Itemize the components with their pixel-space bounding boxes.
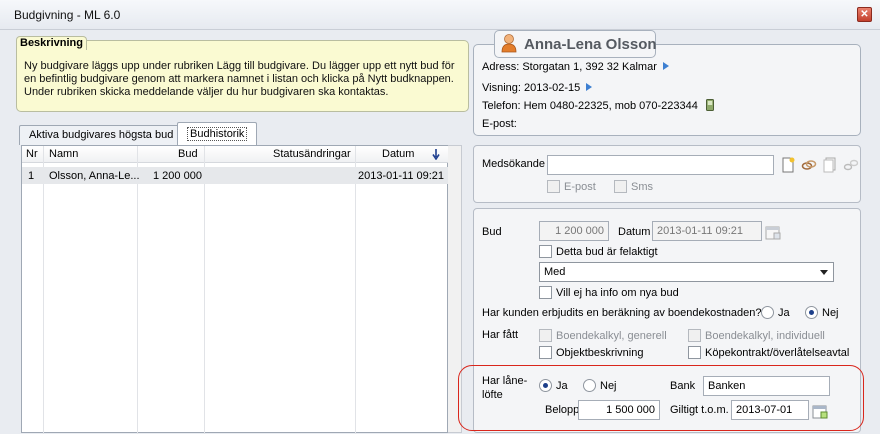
map-link-icon[interactable]: [662, 62, 669, 70]
contact-name: Anna-Lena Olsson: [524, 36, 657, 53]
table-row[interactable]: 1 Olsson, Anna-Le... 1 200 000 2013-01-1…: [22, 167, 449, 184]
table-header: Nr Namn Bud Statusändringar Datum: [22, 146, 449, 163]
cost-question-label: Har kunden erbjudits en beräkning av boe…: [482, 307, 762, 319]
co-applicant-email-checkbox[interactable]: [547, 180, 560, 193]
co-applicant-label: Medsökande: [482, 158, 545, 170]
invalid-bid-checkbox[interactable]: [539, 245, 552, 258]
title-bar: Budgivning - ML 6.0 ✕: [0, 0, 880, 30]
co-applicant-input[interactable]: [547, 155, 774, 175]
cost-no-radio[interactable]: [805, 306, 818, 319]
bid-label: Bud: [482, 226, 502, 238]
window-title: Budgivning - ML 6.0: [14, 8, 121, 22]
purchase-contract-label: Köpekontrakt/överlåtelseavtal: [705, 347, 850, 359]
cell-bud: 1 200 000: [153, 170, 202, 182]
loan-label-line2: löfte: [482, 389, 503, 401]
copy-document-icon[interactable]: [822, 157, 838, 173]
description-text: Ny budgivare läggs upp under rubriken Lä…: [24, 60, 464, 99]
tab-active-bidders[interactable]: Aktiva budgivares högsta bud: [19, 125, 184, 145]
link-icon[interactable]: [801, 157, 817, 173]
loan-amount-label: Belopp: [545, 404, 580, 416]
cost-no-label: Nej: [822, 307, 839, 319]
column-statusandringar[interactable]: Statusändringar: [273, 148, 351, 160]
description-line: en befintlig budgivare genom att markera…: [24, 73, 454, 85]
tab-bid-history[interactable]: Budhistorik: [177, 122, 258, 146]
contact-viewing-text: Visning: 2013-02-15: [482, 82, 581, 94]
individual-calc-label: Boendekalkyl, individuell: [705, 330, 825, 342]
description-line: Ny budgivare läggs upp under rubriken Lä…: [24, 60, 455, 72]
co-applicant-sms-label: Sms: [631, 181, 653, 193]
purchase-contract-checkbox[interactable]: [688, 346, 701, 359]
cell-datum: 2013-01-11 09:21: [358, 170, 445, 182]
bank-label: Bank: [670, 380, 696, 392]
cost-yes-radio[interactable]: [761, 306, 774, 319]
column-bud[interactable]: Bud: [178, 148, 198, 160]
column-divider: [137, 146, 138, 434]
bank-input[interactable]: [703, 376, 830, 396]
tab-bid-history-label: Budhistorik: [187, 127, 248, 141]
column-namn[interactable]: Namn: [49, 148, 78, 160]
invalid-bid-label: Detta bud är felaktigt: [556, 246, 658, 258]
chevron-down-icon: [820, 270, 828, 275]
contact-phone: Telefon: Hem 0480-22325, mob 070-223344: [482, 99, 714, 112]
loan-no-radio[interactable]: [583, 379, 596, 392]
bid-date-input[interactable]: [652, 221, 762, 241]
person-icon: [501, 34, 517, 53]
loan-yes-radio[interactable]: [539, 379, 552, 392]
co-applicant-sms-checkbox[interactable]: [614, 180, 627, 193]
contact-phone-text: Telefon: Hem 0480-22325, mob 070-223344: [482, 100, 698, 112]
no-info-label: Vill ej ha info om nya bud: [556, 287, 679, 299]
general-calc-label: Boendekalkyl, generell: [556, 330, 667, 342]
no-info-checkbox[interactable]: [539, 286, 552, 299]
column-nr[interactable]: Nr: [26, 148, 38, 160]
bid-status-select[interactable]: Med: [539, 262, 834, 282]
mobile-phone-icon[interactable]: [705, 99, 714, 111]
valid-until-label: Giltigt t.o.m.: [670, 404, 729, 416]
unlink-icon[interactable]: [843, 157, 859, 173]
bid-date-label: Datum: [618, 226, 651, 238]
co-applicant-email-label: E-post: [564, 181, 596, 193]
description-line: Under rubriken skicka meddelande väljer …: [24, 86, 389, 98]
description-title: Beskrivning: [16, 36, 87, 50]
object-description-label: Objektbeskrivning: [556, 347, 644, 359]
contact-viewing: Visning: 2013-02-15: [482, 82, 593, 94]
viewing-link-icon[interactable]: [586, 83, 593, 91]
contact-email: E-post:: [482, 118, 517, 130]
loan-yes-label: Ja: [556, 380, 568, 392]
column-divider: [204, 146, 205, 434]
bid-status-value: Med: [544, 266, 566, 278]
contact-address: Adress: Storgatan 1, 392 32 Kalmar: [482, 61, 669, 73]
bid-amount-input[interactable]: [539, 221, 609, 241]
individual-calc-checkbox[interactable]: [688, 329, 701, 342]
cell-namn: Olsson, Anna-Le...: [49, 170, 140, 182]
calendar-icon[interactable]: [765, 224, 781, 240]
cell-nr: 1: [28, 170, 35, 182]
valid-until-input[interactable]: [731, 400, 809, 420]
object-description-checkbox[interactable]: [539, 346, 552, 359]
bid-history-table[interactable]: Nr Namn Bud Statusändringar Datum 1 Olss…: [21, 145, 449, 434]
received-label: Har fått: [482, 329, 519, 341]
column-datum[interactable]: Datum: [382, 148, 414, 160]
loan-amount-input[interactable]: [578, 400, 660, 420]
calendar-icon[interactable]: [812, 403, 828, 419]
sort-down-arrow-icon: [432, 149, 440, 160]
contact-address-text: Adress: Storgatan 1, 392 32 Kalmar: [482, 61, 657, 73]
loan-label-line1: Har låne-: [482, 375, 528, 387]
cost-yes-label: Ja: [778, 307, 790, 319]
loan-no-label: Nej: [600, 380, 617, 392]
general-calc-checkbox[interactable]: [539, 329, 552, 342]
column-divider: [43, 146, 44, 434]
close-button[interactable]: ✕: [857, 7, 872, 22]
new-document-icon[interactable]: [780, 157, 796, 173]
column-divider: [355, 146, 356, 434]
